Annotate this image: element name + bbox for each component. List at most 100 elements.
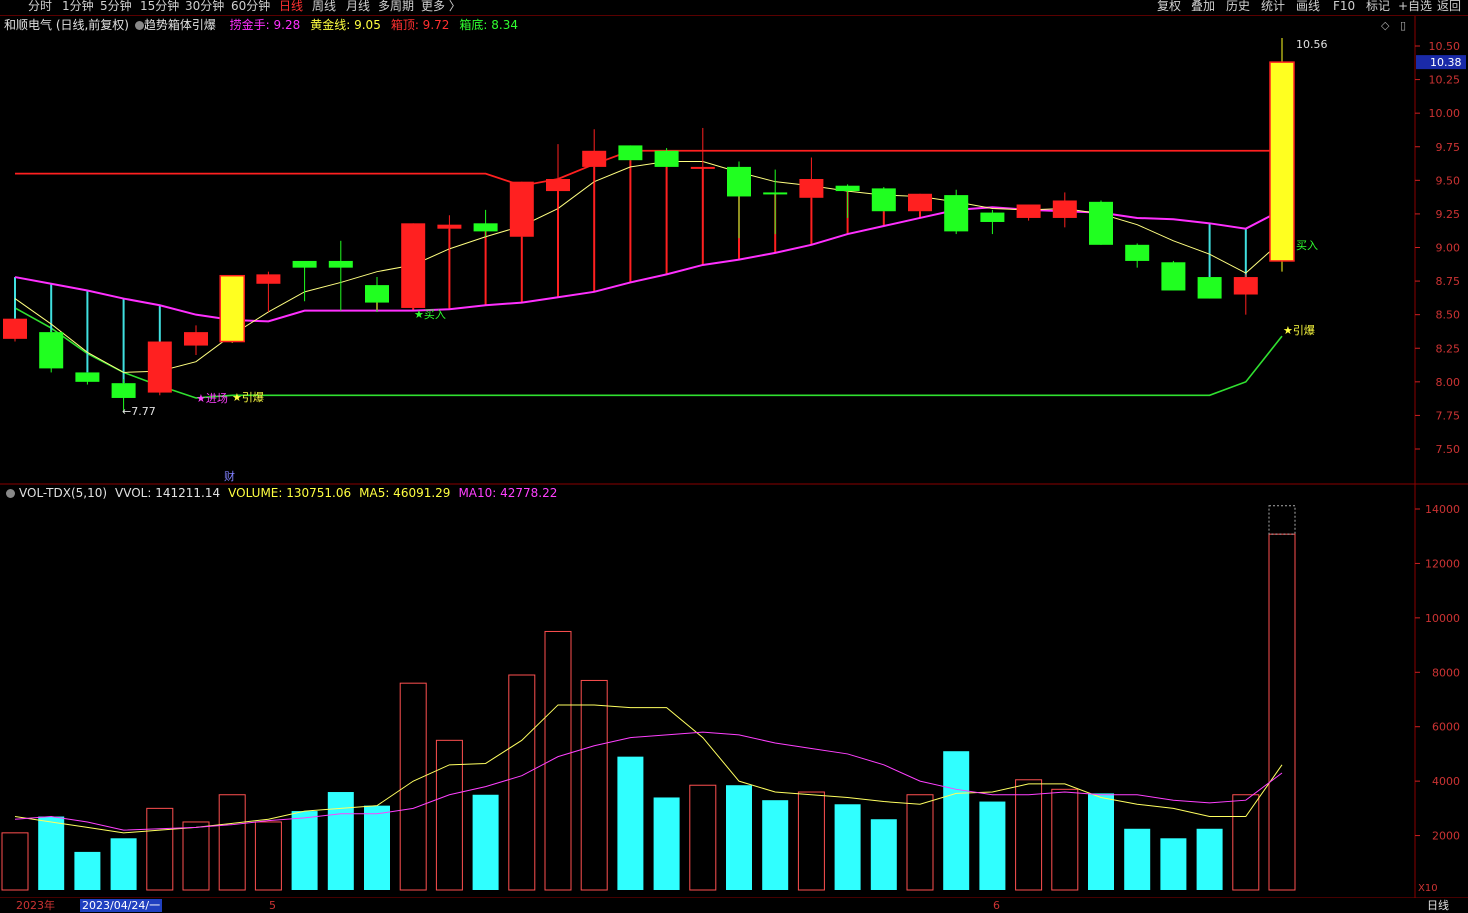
- candle-body-12: [437, 224, 462, 229]
- volume-bar-9: [327, 792, 354, 890]
- volume-bar-34: [1232, 794, 1260, 891]
- candle-body-10: [365, 285, 389, 303]
- volume-bar-7: [254, 821, 282, 891]
- month-6-label: 6: [993, 899, 1000, 912]
- candle-body-17: [618, 145, 643, 161]
- candle-body-23: [835, 185, 860, 192]
- volume-bar-28: [1015, 779, 1043, 891]
- candle-body-27: [980, 212, 1005, 222]
- price-tick-label-10: 8.00: [1436, 376, 1461, 389]
- volume-projection: [1268, 505, 1296, 535]
- vol-tick-label-5: 4000: [1432, 775, 1460, 788]
- candle-body-20: [727, 166, 751, 197]
- month-5-label: 5: [269, 899, 276, 912]
- candle-body-28: [1016, 204, 1041, 218]
- price-tick-label-9: 8.25: [1436, 342, 1461, 355]
- buy-signal-2: 买入: [1296, 239, 1318, 252]
- volume-bar-16: [580, 679, 608, 891]
- volume-bar-6: [218, 794, 246, 891]
- volume-bar-0: [1, 832, 29, 891]
- volume-bar-26: [943, 751, 970, 890]
- candle-body-32: [1161, 262, 1186, 291]
- vol-tick-label-6: 2000: [1432, 830, 1460, 843]
- candle-body-21: [763, 192, 788, 195]
- kline-chart[interactable]: 10.50 10.25 10.00 9.75 9.50 9.25 9.00 8.75 8.50 8…: [0, 0, 1468, 913]
- volume-bar-32: [1160, 838, 1187, 890]
- vol-tick-label-3: 8000: [1432, 666, 1460, 679]
- candle-body-35: [1269, 61, 1295, 262]
- volume-bar-20: [726, 785, 752, 890]
- candle-body-15: [546, 178, 570, 192]
- volume-bar-27: [979, 801, 1006, 890]
- candle-body-34: [1233, 277, 1258, 295]
- volume-bar-4: [146, 807, 174, 891]
- candle-body-26: [944, 195, 969, 232]
- candle-body-30: [1089, 201, 1113, 245]
- volume-bar-8: [291, 811, 318, 890]
- volume-bar-1: [38, 816, 65, 890]
- candle-body-11: [401, 223, 426, 308]
- price-tick-label-4: 9.50: [1436, 174, 1461, 187]
- candle-body-6: [219, 274, 245, 343]
- candle-body-22: [799, 178, 824, 198]
- candle-body-13: [473, 223, 498, 232]
- candle-body-0: [3, 318, 27, 339]
- date-axis: 2023年 2023/04/24/一 5 6 日线: [0, 898, 1468, 913]
- candle-body-5: [184, 332, 208, 346]
- price-badge: 10.38: [1430, 56, 1462, 69]
- entry-signal: ★进场: [196, 391, 228, 405]
- price-tick-label-8: 8.50: [1436, 309, 1461, 322]
- finance-marker: 财: [224, 469, 235, 483]
- box-bottom-line: [14, 307, 1283, 399]
- volume-bar-3: [110, 838, 137, 890]
- price-tick-label-2: 10.00: [1429, 107, 1461, 120]
- vol-tick-label-2: 10000: [1425, 612, 1460, 625]
- volume-bar-18: [653, 797, 680, 890]
- volume-bar-13: [472, 794, 499, 890]
- ignite-signal-2: ★引爆: [1283, 323, 1315, 337]
- volume-bar-24: [870, 819, 897, 890]
- period-label[interactable]: 日线: [1427, 898, 1449, 913]
- price-tick-label-5: 9.25: [1436, 208, 1461, 221]
- price-tick-label-6: 9.00: [1436, 242, 1461, 255]
- volume-bar-29: [1051, 788, 1079, 891]
- candle-body-1: [39, 332, 64, 369]
- volume-bar-35: [1268, 533, 1296, 891]
- candle-body-25: [908, 193, 932, 212]
- candle-body-2: [75, 372, 100, 382]
- candle-body-33: [1197, 277, 1222, 299]
- candle-body-14: [509, 181, 534, 237]
- volume-bar-30: [1088, 793, 1114, 890]
- vol-tick-label-0: 14000: [1425, 503, 1460, 516]
- volume-bar-23: [834, 804, 861, 890]
- candle-body-7: [256, 274, 281, 284]
- candle-body-29: [1052, 200, 1077, 218]
- volume-bar-14: [508, 674, 536, 891]
- candle-body-4: [147, 341, 172, 393]
- volume-bar-5: [182, 821, 210, 891]
- vol-tick-label-4: 6000: [1432, 721, 1460, 734]
- volume-bar-21: [762, 800, 789, 890]
- volume-bar-25: [906, 794, 934, 891]
- volume-bar-15: [544, 630, 572, 891]
- volume-bar-12: [435, 739, 463, 891]
- vol-unit: X10: [1418, 883, 1438, 894]
- price-tick-label-1: 10.25: [1429, 74, 1461, 87]
- volume-bar-22: [797, 791, 825, 891]
- vol-tick-label-1: 12000: [1425, 557, 1460, 570]
- candle-body-3: [111, 383, 136, 398]
- volume-bar-31: [1124, 828, 1151, 890]
- candle-body-16: [582, 150, 607, 167]
- price-tick-label-3: 9.75: [1436, 141, 1461, 154]
- volume-bar-2: [74, 851, 101, 890]
- price-tick-label-7: 8.75: [1436, 275, 1461, 288]
- candle-body-18: [654, 150, 679, 167]
- cursor-date: 2023/04/24/一: [80, 899, 163, 912]
- low-marker: ←7.77: [122, 405, 156, 418]
- price-tick-label-0: 10.50: [1429, 40, 1461, 53]
- candle-body-24: [871, 188, 896, 212]
- candle-body-19: [690, 166, 715, 169]
- buy-signal-1: ★买入: [414, 308, 446, 321]
- candle-body-31: [1125, 244, 1150, 261]
- volume-bar-19: [689, 784, 717, 891]
